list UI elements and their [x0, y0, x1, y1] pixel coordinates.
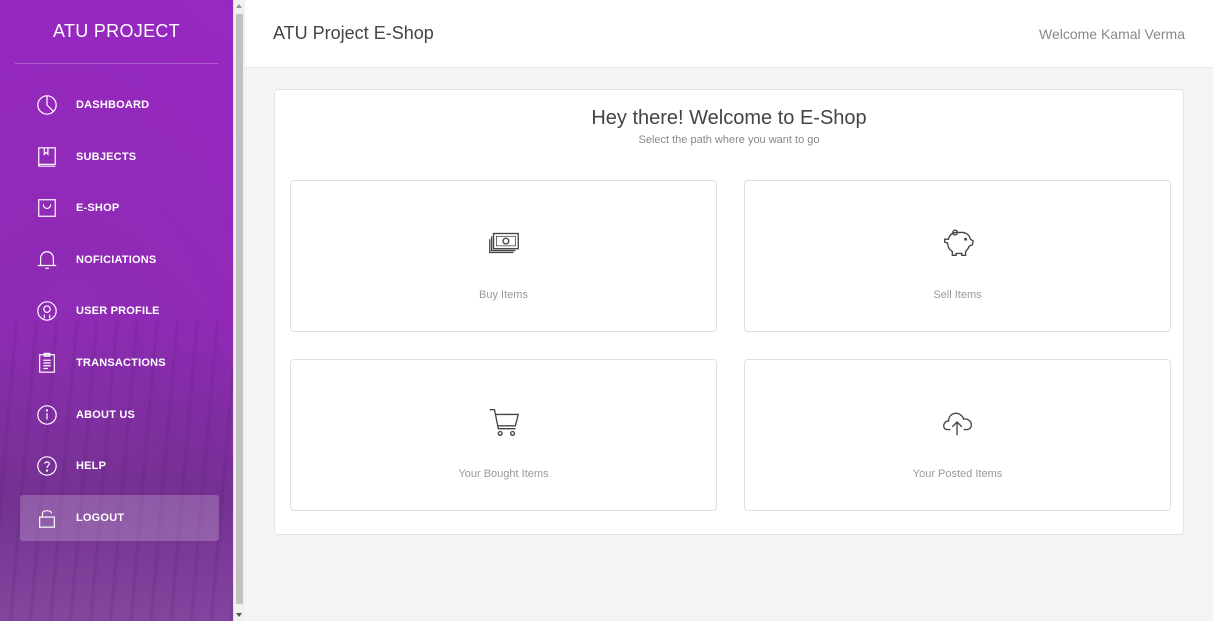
money-icon — [484, 223, 524, 263]
sidebar-item-user-profile[interactable]: USER PROFILE — [20, 288, 219, 334]
scroll-up-arrow-icon[interactable] — [236, 4, 242, 8]
sidebar-item-subjects[interactable]: SUBJECTS — [20, 134, 219, 180]
sidebar-item-label: DASHBOARD — [76, 99, 150, 111]
sidebar-item-label: ABOUT US — [76, 408, 136, 421]
help-icon — [34, 453, 60, 479]
card-subtitle: Select the path where you want to go — [638, 134, 820, 146]
user-icon — [34, 298, 60, 324]
card-title: Hey there! Welcome to E-Shop — [591, 107, 867, 129]
bell-icon — [34, 247, 60, 273]
sidebar-item-help[interactable]: HELP — [20, 443, 219, 489]
page-title: ATU Project E-Shop — [273, 23, 434, 43]
sidebar-item-e-shop[interactable]: E-SHOP — [20, 185, 219, 231]
option-label: Buy Items — [479, 289, 528, 301]
piggy-bank-icon — [938, 223, 978, 263]
sidebar-item-label: SUBJECTS — [76, 150, 137, 163]
welcome-text: Welcome Kamal Verma — [1038, 25, 1185, 42]
scroll-thumb[interactable] — [236, 14, 243, 604]
shopping-bag-icon — [34, 195, 60, 221]
pie-chart-icon — [34, 92, 60, 118]
option-label: Your Posted Items — [912, 468, 1003, 480]
cloud-upload-icon — [938, 402, 978, 442]
sidebar-item-label: NOFICIATIONS — [76, 253, 157, 266]
sell-items-button[interactable]: Sell Items — [744, 180, 1171, 332]
option-label: Your Bought Items — [458, 468, 549, 480]
your-bought-items-button[interactable]: Your Bought Items — [290, 359, 717, 511]
clipboard-icon — [34, 350, 60, 376]
sidebar-item-label: HELP — [76, 460, 107, 473]
your-posted-items-button[interactable]: Your Posted Items — [744, 359, 1171, 511]
sidebar-item-label: E-SHOP — [76, 202, 120, 215]
sidebar-item-about-us[interactable]: ABOUT US — [20, 392, 219, 438]
sidebar: ATU PROJECT DASHBOARD SUBJECTS E-SHOP NO… — [0, 0, 233, 621]
sidebar-item-label: LOGOUT — [76, 511, 125, 524]
top-header: ATU Project E-Shop Welcome Kamal Verma — [245, 0, 1213, 68]
sidebar-item-label: TRANSACTIONS — [76, 356, 166, 369]
info-icon — [34, 402, 60, 428]
buy-items-button[interactable]: Buy Items — [290, 180, 717, 332]
sidebar-item-logout[interactable]: LOGOUT — [20, 494, 219, 541]
option-label: Sell Items — [933, 289, 982, 301]
sidebar-item-label: USER PROFILE — [76, 305, 160, 318]
scroll-down-arrow-icon[interactable] — [236, 613, 242, 617]
sidebar-item-notifications[interactable]: NOFICIATIONS — [20, 237, 219, 283]
brand-title[interactable]: ATU PROJECT — [15, 0, 218, 64]
eshop-card: Hey there! Welcome to E-Shop Select the … — [274, 89, 1184, 535]
cart-icon — [484, 402, 524, 442]
sidebar-nav: DASHBOARD SUBJECTS E-SHOP NOFICIATIONS U… — [0, 82, 233, 541]
book-icon — [34, 144, 60, 170]
sidebar-scrollbar[interactable] — [233, 0, 245, 621]
lock-icon — [34, 505, 60, 531]
sidebar-item-dashboard[interactable]: DASHBOARD — [20, 82, 219, 128]
sidebar-item-transactions[interactable]: TRANSACTIONS — [20, 340, 219, 386]
